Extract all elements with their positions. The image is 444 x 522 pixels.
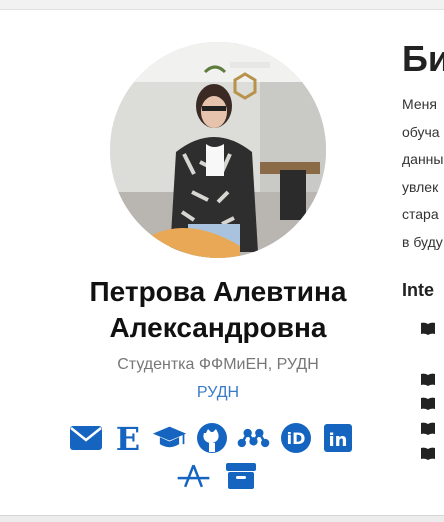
interests-heading: Inte — [402, 280, 435, 300]
orcid-icon[interactable]: iD — [278, 421, 313, 455]
linkedin-icon[interactable]: in — [320, 421, 355, 455]
svg-text:iD: iD — [286, 429, 305, 448]
profile-subtitle: Студентка ФФМиЕН, РУДН — [117, 356, 319, 373]
e-library-icon[interactable]: E — [110, 421, 145, 455]
bio-heading: Би — [402, 38, 444, 79]
bio-text-line: увлек — [402, 179, 439, 195]
social-icons-row: E iD in — [68, 421, 355, 455]
book-icon — [421, 322, 435, 335]
book-icon — [421, 397, 435, 410]
envelope-icon[interactable] — [68, 421, 103, 455]
organization-link[interactable]: РУДН — [30, 384, 406, 402]
svg-text:in: in — [328, 430, 347, 451]
bio-text-line: обуча — [402, 124, 440, 140]
bio-text-line: в буду — [402, 234, 443, 250]
a-letter-icon[interactable] — [176, 459, 211, 493]
bio-text-line: Меня — [402, 96, 437, 112]
avatar-photo — [110, 42, 326, 258]
social-icons-row-2 — [176, 459, 258, 493]
profile-name-line1: Петрова Алевтина — [89, 276, 347, 307]
github-icon[interactable] — [194, 421, 229, 455]
avatar — [110, 42, 326, 258]
book-icon — [421, 447, 435, 460]
top-scroll-edge — [0, 0, 444, 10]
archive-icon[interactable] — [223, 459, 258, 493]
bio-text-line: стара — [402, 206, 439, 222]
graduation-cap-icon[interactable] — [152, 421, 187, 455]
profile-name-line2: Александровна — [109, 312, 327, 343]
mendeley-icon[interactable] — [236, 421, 271, 455]
svg-text:E: E — [115, 422, 139, 454]
bio-text-line: данны — [402, 151, 444, 167]
book-icon — [421, 373, 435, 386]
book-icon — [421, 422, 435, 435]
